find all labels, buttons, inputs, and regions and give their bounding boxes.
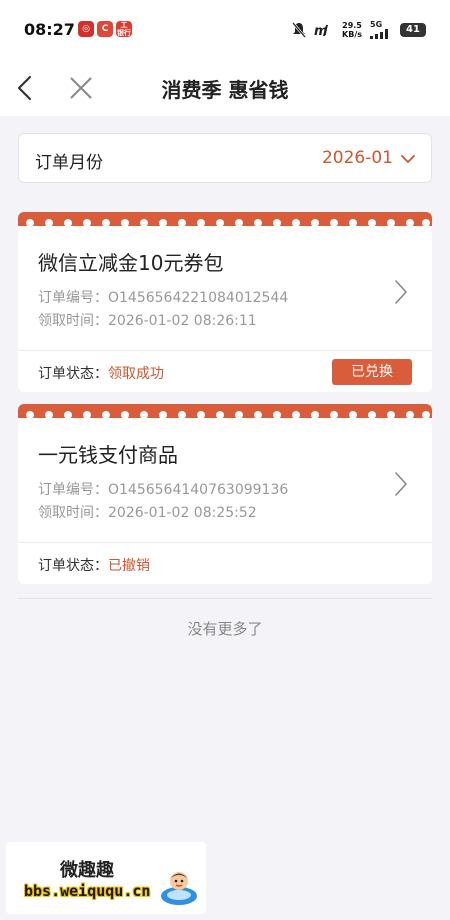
status-bar: 08:27 ◎ C 工银行 m 29.5 KB/s 5G 41 — [0, 0, 450, 60]
month-filter-label: 订单月份 — [35, 153, 103, 173]
order-title: 一元钱支付商品 — [38, 443, 178, 467]
watermark: 微趣趣 bbs.weiququ.cn — [6, 842, 206, 914]
ticket-perforation — [26, 411, 430, 419]
order-title: 微信立减金10元券包 — [38, 251, 224, 275]
bank-app-icon: 工银行 — [116, 21, 132, 37]
order-card[interactable]: 一元钱支付商品 订单编号：O1456564140763099136 领取时间：2… — [18, 404, 432, 584]
order-number: 订单编号：O1456564140763099136 — [38, 482, 289, 498]
page-title: 消费季 惠省钱 — [161, 78, 289, 102]
mascot-icon — [161, 872, 197, 905]
no-more-text: 没有更多了 — [187, 620, 263, 638]
order-time: 领取时间：2026-01-02 08:26:11 — [38, 313, 257, 329]
battery-icon: 41 — [400, 22, 426, 37]
signal-icon — [370, 29, 388, 39]
status-time: 08:27 — [24, 20, 75, 39]
signal-indicator: 5G — [370, 20, 392, 39]
ticket-perforation — [26, 219, 430, 227]
redeemed-button[interactable]: 已兑换 — [332, 359, 412, 385]
chevron-down-icon[interactable] — [399, 150, 417, 168]
nfc-icon: m — [314, 24, 328, 37]
order-status: 订单状态：领取成功 — [38, 366, 164, 382]
list-divider — [18, 598, 432, 599]
nav-bar: 消费季 惠省钱 — [0, 60, 450, 116]
order-card[interactable]: 微信立减金10元券包 订单编号：O1456564221084012544 领取时… — [18, 212, 432, 392]
notification-app-icon: C — [97, 21, 113, 37]
order-number: 订单编号：O1456564221084012544 — [38, 290, 289, 306]
month-filter[interactable]: 订单月份 2026-01 — [18, 133, 432, 183]
mute-icon — [292, 21, 306, 38]
divider — [18, 350, 432, 351]
chevron-right-icon[interactable] — [390, 470, 410, 498]
divider — [18, 542, 432, 543]
net-speed: 29.5 KB/s — [342, 20, 362, 39]
month-filter-value[interactable]: 2026-01 — [322, 148, 393, 168]
watermark-name: 微趣趣 — [60, 860, 114, 881]
order-time: 领取时间：2026-01-02 08:25:52 — [38, 505, 257, 521]
watermark-url: bbs.weiququ.cn — [24, 882, 151, 900]
notification-app-icon: ◎ — [78, 21, 94, 37]
order-status: 订单状态：已撤销 — [38, 558, 150, 574]
chevron-right-icon[interactable] — [390, 278, 410, 306]
